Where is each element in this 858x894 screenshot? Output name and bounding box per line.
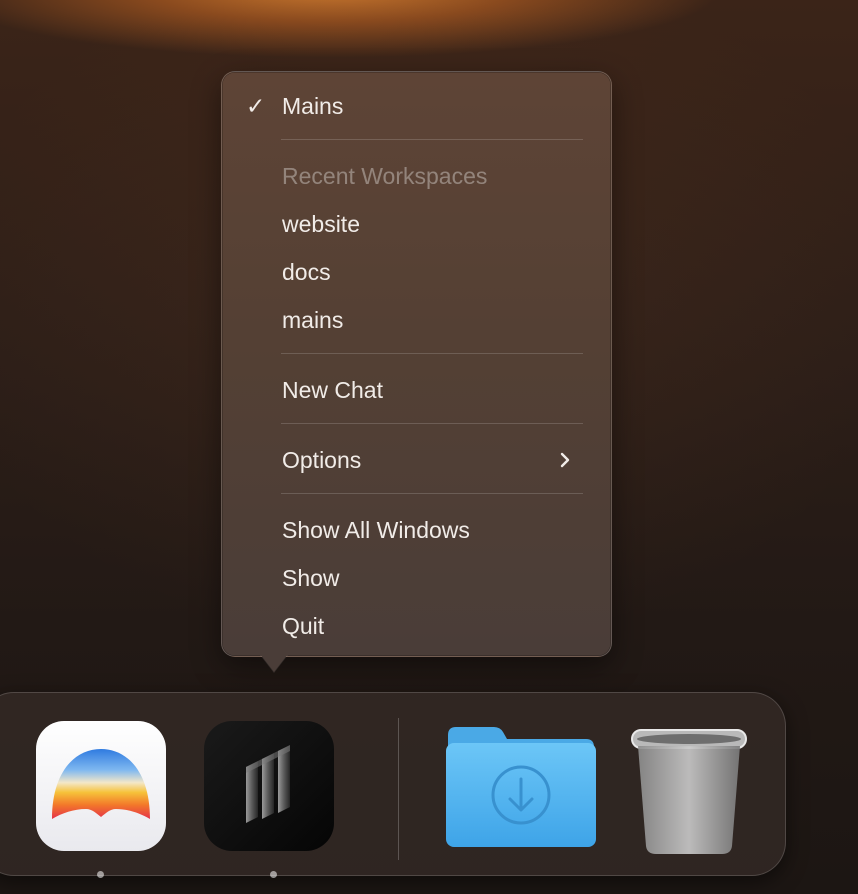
menu-item-recent-website[interactable]: website (282, 210, 360, 238)
running-indicator (270, 871, 277, 878)
menu-separator (281, 139, 583, 140)
checkmark-icon: ✓ (246, 93, 266, 119)
trash-icon[interactable] (630, 728, 748, 856)
dock-divider (398, 718, 399, 860)
dock-context-menu: ✓ Mains Recent Workspaces website docs m… (221, 71, 612, 657)
running-indicator (97, 871, 104, 878)
menu-item-recent-mains[interactable]: mains (282, 306, 343, 334)
menu-separator (281, 423, 583, 424)
menu-item-show[interactable]: Show (282, 564, 340, 592)
menu-item-show-all-windows[interactable]: Show All Windows (282, 516, 470, 544)
pillars-app-icon[interactable] (204, 721, 334, 851)
menu-separator (281, 353, 583, 354)
menu-item-new-chat[interactable]: New Chat (282, 376, 383, 404)
downloads-folder-icon[interactable] (446, 721, 596, 851)
menu-separator (281, 493, 583, 494)
menu-pointer-arrow (260, 654, 288, 672)
chevron-right-icon (560, 452, 570, 468)
menu-section-header-recent: Recent Workspaces (282, 163, 488, 189)
menu-item-quit[interactable]: Quit (282, 612, 324, 640)
menu-item-recent-docs[interactable]: docs (282, 258, 331, 286)
rainbow-arc-app-icon[interactable] (36, 721, 166, 851)
menu-item-current-workspace[interactable]: Mains (282, 92, 343, 120)
menu-item-options[interactable]: Options (282, 446, 361, 474)
